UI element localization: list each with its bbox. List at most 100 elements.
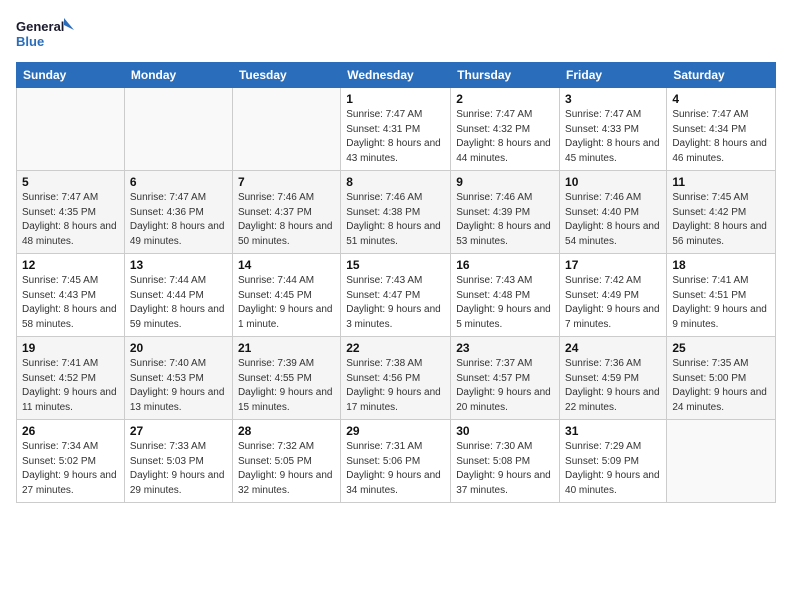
- day-number: 19: [22, 341, 119, 355]
- header: General Blue: [16, 16, 776, 52]
- calendar-cell: 11Sunrise: 7:45 AM Sunset: 4:42 PM Dayli…: [667, 171, 776, 254]
- calendar-cell: 31 Sunrise: 7:29 AM Sunset: 5:09 PM Dayli…: [560, 420, 667, 503]
- day-info: Sunrise: 7:47 AM Sunset: 4:35 PM Dayligh…: [22, 191, 119, 249]
- calendar-cell: 29 Sunrise: 7:31 AM Sunset: 5:06 PM Dayli…: [341, 420, 451, 503]
- day-number: 30: [456, 424, 554, 438]
- day-info: Sunrise: 7:34 AM Sunset: 5:02 PM Dayligh…: [22, 440, 119, 498]
- day-number: 1: [346, 92, 445, 106]
- calendar-cell: 18 Sunrise: 7:41 AM Sunset: 4:51 PM Dayli…: [667, 254, 776, 337]
- calendar-cell: 17 Sunrise: 7:42 AM Sunset: 4:49 PM Dayli…: [560, 254, 667, 337]
- day-info: Sunrise: 7:43 AM Sunset: 4:48 PM Dayligh…: [456, 274, 554, 332]
- weekday-header-monday: Monday: [124, 63, 232, 88]
- day-number: 9: [456, 175, 554, 189]
- day-info: Sunrise: 7:47 AM Sunset: 4:32 PM Dayligh…: [456, 108, 554, 166]
- day-info: Sunrise: 7:47 AM Sunset: 4:31 PM Dayligh…: [346, 108, 445, 166]
- week-row-1: 1 Sunrise: 7:47 AM Sunset: 4:31 PM Daylig…: [17, 88, 776, 171]
- day-info: Sunrise: 7:36 AM Sunset: 4:59 PM Dayligh…: [565, 357, 661, 415]
- day-info: Sunrise: 7:32 AM Sunset: 5:05 PM Dayligh…: [238, 440, 335, 498]
- calendar-cell: 27 Sunrise: 7:33 AM Sunset: 5:03 PM Dayli…: [124, 420, 232, 503]
- weekday-header-saturday: Saturday: [667, 63, 776, 88]
- day-number: 28: [238, 424, 335, 438]
- day-number: 20: [130, 341, 227, 355]
- day-info: Sunrise: 7:29 AM Sunset: 5:09 PM Dayligh…: [565, 440, 661, 498]
- day-info: Sunrise: 7:30 AM Sunset: 5:08 PM Dayligh…: [456, 440, 554, 498]
- day-number: 11: [672, 175, 770, 189]
- calendar-cell: 22 Sunrise: 7:38 AM Sunset: 4:56 PM Dayli…: [341, 337, 451, 420]
- day-info: Sunrise: 7:46 AM Sunset: 4:37 PM Dayligh…: [238, 191, 335, 249]
- weekday-header-sunday: Sunday: [17, 63, 125, 88]
- calendar-cell: 24 Sunrise: 7:36 AM Sunset: 4:59 PM Dayli…: [560, 337, 667, 420]
- calendar-cell: 1 Sunrise: 7:47 AM Sunset: 4:31 PM Daylig…: [341, 88, 451, 171]
- day-number: 25: [672, 341, 770, 355]
- day-info: Sunrise: 7:33 AM Sunset: 5:03 PM Dayligh…: [130, 440, 227, 498]
- day-number: 4: [672, 92, 770, 106]
- calendar-cell: 15 Sunrise: 7:43 AM Sunset: 4:47 PM Dayli…: [341, 254, 451, 337]
- day-number: 23: [456, 341, 554, 355]
- calendar-cell: 4 Sunrise: 7:47 AM Sunset: 4:34 PM Daylig…: [667, 88, 776, 171]
- day-info: Sunrise: 7:45 AM Sunset: 4:43 PM Dayligh…: [22, 274, 119, 332]
- day-info: Sunrise: 7:44 AM Sunset: 4:44 PM Dayligh…: [130, 274, 227, 332]
- calendar-cell: 16 Sunrise: 7:43 AM Sunset: 4:48 PM Dayli…: [451, 254, 560, 337]
- calendar-cell: 7 Sunrise: 7:46 AM Sunset: 4:37 PM Daylig…: [232, 171, 340, 254]
- day-info: Sunrise: 7:47 AM Sunset: 4:36 PM Dayligh…: [130, 191, 227, 249]
- weekday-header-tuesday: Tuesday: [232, 63, 340, 88]
- day-number: 14: [238, 258, 335, 272]
- day-number: 16: [456, 258, 554, 272]
- day-number: 27: [130, 424, 227, 438]
- calendar-cell: 28 Sunrise: 7:32 AM Sunset: 5:05 PM Dayli…: [232, 420, 340, 503]
- day-info: Sunrise: 7:44 AM Sunset: 4:45 PM Dayligh…: [238, 274, 335, 332]
- day-number: 22: [346, 341, 445, 355]
- weekday-header-row: SundayMondayTuesdayWednesdayThursdayFrid…: [17, 63, 776, 88]
- svg-text:General: General: [16, 19, 64, 34]
- week-row-4: 19Sunrise: 7:41 AM Sunset: 4:52 PM Dayli…: [17, 337, 776, 420]
- calendar-cell: 30 Sunrise: 7:30 AM Sunset: 5:08 PM Dayli…: [451, 420, 560, 503]
- day-info: Sunrise: 7:42 AM Sunset: 4:49 PM Dayligh…: [565, 274, 661, 332]
- day-number: 2: [456, 92, 554, 106]
- day-info: Sunrise: 7:47 AM Sunset: 4:34 PM Dayligh…: [672, 108, 770, 166]
- day-number: 17: [565, 258, 661, 272]
- day-number: 31: [565, 424, 661, 438]
- day-number: 12: [22, 258, 119, 272]
- day-info: Sunrise: 7:46 AM Sunset: 4:38 PM Dayligh…: [346, 191, 445, 249]
- calendar-cell: 19Sunrise: 7:41 AM Sunset: 4:52 PM Dayli…: [17, 337, 125, 420]
- calendar-cell: 23 Sunrise: 7:37 AM Sunset: 4:57 PM Dayli…: [451, 337, 560, 420]
- day-number: 24: [565, 341, 661, 355]
- logo-svg: General Blue: [16, 16, 76, 52]
- calendar-cell: 10Sunrise: 7:46 AM Sunset: 4:40 PM Dayli…: [560, 171, 667, 254]
- day-info: Sunrise: 7:43 AM Sunset: 4:47 PM Dayligh…: [346, 274, 445, 332]
- week-row-3: 12 Sunrise: 7:45 AM Sunset: 4:43 PM Dayli…: [17, 254, 776, 337]
- svg-text:Blue: Blue: [16, 34, 44, 49]
- logo: General Blue: [16, 16, 76, 52]
- calendar-cell: 9 Sunrise: 7:46 AM Sunset: 4:39 PM Daylig…: [451, 171, 560, 254]
- day-info: Sunrise: 7:46 AM Sunset: 4:39 PM Dayligh…: [456, 191, 554, 249]
- day-number: 7: [238, 175, 335, 189]
- calendar-cell: 12 Sunrise: 7:45 AM Sunset: 4:43 PM Dayli…: [17, 254, 125, 337]
- calendar-cell: 26Sunrise: 7:34 AM Sunset: 5:02 PM Dayli…: [17, 420, 125, 503]
- calendar-cell: 3 Sunrise: 7:47 AM Sunset: 4:33 PM Daylig…: [560, 88, 667, 171]
- day-info: Sunrise: 7:38 AM Sunset: 4:56 PM Dayligh…: [346, 357, 445, 415]
- weekday-header-thursday: Thursday: [451, 63, 560, 88]
- calendar-cell: 21Sunrise: 7:39 AM Sunset: 4:55 PM Dayli…: [232, 337, 340, 420]
- calendar-cell: [232, 88, 340, 171]
- day-info: Sunrise: 7:37 AM Sunset: 4:57 PM Dayligh…: [456, 357, 554, 415]
- calendar-cell: 20 Sunrise: 7:40 AM Sunset: 4:53 PM Dayli…: [124, 337, 232, 420]
- day-number: 8: [346, 175, 445, 189]
- calendar-cell: 8 Sunrise: 7:46 AM Sunset: 4:38 PM Daylig…: [341, 171, 451, 254]
- day-number: 21: [238, 341, 335, 355]
- day-number: 18: [672, 258, 770, 272]
- calendar-cell: 2 Sunrise: 7:47 AM Sunset: 4:32 PM Daylig…: [451, 88, 560, 171]
- day-info: Sunrise: 7:40 AM Sunset: 4:53 PM Dayligh…: [130, 357, 227, 415]
- weekday-header-friday: Friday: [560, 63, 667, 88]
- day-info: Sunrise: 7:35 AM Sunset: 5:00 PM Dayligh…: [672, 357, 770, 415]
- day-number: 3: [565, 92, 661, 106]
- day-info: Sunrise: 7:41 AM Sunset: 4:51 PM Dayligh…: [672, 274, 770, 332]
- day-number: 10: [565, 175, 661, 189]
- calendar-cell: [17, 88, 125, 171]
- day-info: Sunrise: 7:47 AM Sunset: 4:33 PM Dayligh…: [565, 108, 661, 166]
- day-number: 5: [22, 175, 119, 189]
- day-number: 29: [346, 424, 445, 438]
- day-number: 15: [346, 258, 445, 272]
- week-row-5: 26Sunrise: 7:34 AM Sunset: 5:02 PM Dayli…: [17, 420, 776, 503]
- day-info: Sunrise: 7:31 AM Sunset: 5:06 PM Dayligh…: [346, 440, 445, 498]
- day-number: 13: [130, 258, 227, 272]
